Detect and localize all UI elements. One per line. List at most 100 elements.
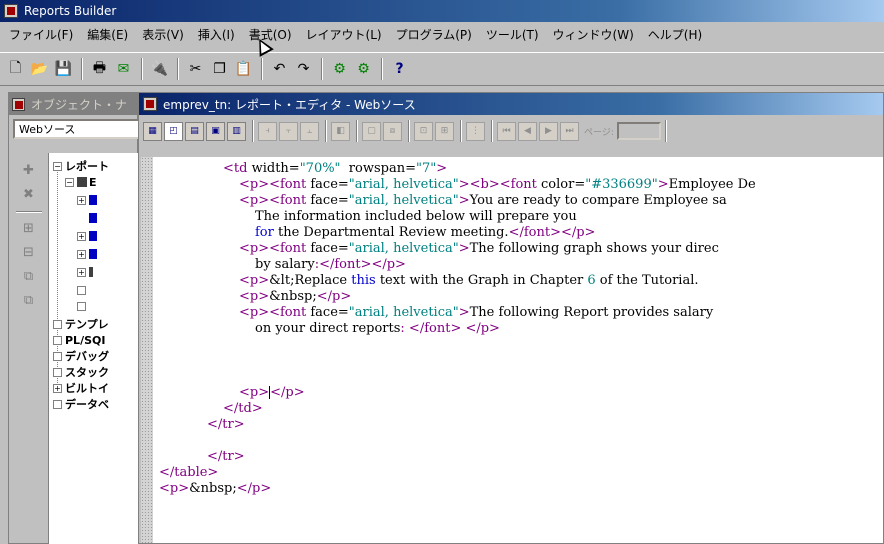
frame-icon[interactable]: ▢: [362, 121, 381, 141]
object-navigator-title-bar[interactable]: オブジェクト・ナ: [9, 93, 137, 115]
menu-view[interactable]: 表示(V): [135, 26, 191, 43]
tree-item-report[interactable]: − レポート: [53, 159, 109, 173]
align-left-icon[interactable]: ⫞: [258, 121, 277, 141]
redo-icon[interactable]: ↷: [292, 58, 315, 81]
code-line[interactable]: </table>: [159, 465, 218, 481]
tree-expand-toggle[interactable]: +: [77, 267, 86, 277]
code-line[interactable]: </tr>: [207, 417, 245, 433]
menu-program[interactable]: プログラム(P): [389, 26, 479, 43]
menu-format[interactable]: 書式(O): [242, 26, 299, 43]
tree-collapse-toggle[interactable]: −: [65, 177, 74, 187]
grid-icon[interactable]: ⋮: [466, 121, 485, 141]
repeating-frame-icon[interactable]: ⧈: [383, 121, 402, 141]
menu-layout[interactable]: レイアウト(L): [299, 26, 389, 43]
data-model-view-icon[interactable]: ▦: [143, 121, 162, 141]
help-icon[interactable]: ?: [388, 58, 411, 81]
align-right-icon[interactable]: ⫠: [300, 121, 319, 141]
expand-all-icon[interactable]: ⧉: [18, 265, 40, 287]
compile-icon[interactable]: ⚙: [328, 58, 351, 81]
menu-help[interactable]: ヘルプ(H): [641, 26, 709, 43]
tree-item-debug[interactable]: デバッグ: [53, 349, 109, 363]
delete-icon[interactable]: ✖: [18, 183, 40, 205]
undo-icon[interactable]: ↶: [268, 58, 291, 81]
align-center-icon[interactable]: ⫟: [279, 121, 298, 141]
tree-subnode[interactable]: +: [77, 229, 99, 243]
mail-icon[interactable]: ✉: [112, 58, 135, 81]
code-line[interactable]: <p></p>: [239, 385, 305, 401]
code-line[interactable]: <p><font face="arial, helvetica"><b><fon…: [239, 177, 756, 193]
web-source-view-icon[interactable]: ◰: [164, 121, 183, 141]
cut-icon[interactable]: ✂: [184, 58, 207, 81]
collapse-icon[interactable]: ⊟: [18, 241, 40, 263]
paste-icon[interactable]: 📋: [232, 58, 255, 81]
tree-subnode[interactable]: +: [77, 247, 99, 261]
code-line[interactable]: <p><font face="arial, helvetica">The fol…: [239, 305, 713, 321]
expand-icon[interactable]: ⊞: [18, 217, 40, 239]
paper-layout-view-icon[interactable]: ▤: [185, 121, 204, 141]
print-icon[interactable]: 🖶: [88, 58, 111, 81]
group-icon[interactable]: ⊡: [414, 121, 433, 141]
tree-item-templates[interactable]: テンプレ: [53, 317, 109, 331]
collapse-all-icon[interactable]: ⧉: [18, 289, 40, 311]
tree-leaf-box[interactable]: [53, 351, 62, 361]
param-form-view-icon[interactable]: ▥: [227, 121, 246, 141]
tree-item-builtins[interactable]: + ビルトイ: [53, 381, 109, 395]
code-line[interactable]: <p>&lt;Replace this text with the Graph …: [239, 273, 699, 289]
code-line[interactable]: </td>: [223, 401, 263, 417]
tree-leaf-box[interactable]: [53, 367, 62, 377]
tree-leaf-box[interactable]: [53, 319, 62, 329]
tree-subnode[interactable]: [89, 211, 99, 225]
tree-leaf-box[interactable]: [77, 285, 86, 295]
navigator-view-select[interactable]: Webソース: [13, 119, 141, 139]
code-line[interactable]: <p><font face="arial, helvetica">The fol…: [239, 241, 719, 257]
code-line[interactable]: <td width="70%" rowspan="7">: [223, 161, 447, 177]
code-line[interactable]: The information included below will prep…: [255, 209, 577, 225]
new-icon[interactable]: 🗋: [4, 58, 27, 81]
copy-icon[interactable]: ❐: [208, 58, 231, 81]
tree-expand-toggle[interactable]: +: [77, 231, 86, 241]
tree-item-plsql[interactable]: PL/SQI: [53, 333, 105, 347]
last-page-icon[interactable]: ⏭: [560, 121, 579, 141]
create-icon[interactable]: ✚: [18, 159, 40, 181]
code-line[interactable]: <p><font face="arial, helvetica">You are…: [239, 193, 727, 209]
next-page-icon[interactable]: ▶: [539, 121, 558, 141]
code-line[interactable]: <p>&nbsp;</p>: [239, 289, 351, 305]
connect-icon[interactable]: 🔌: [148, 58, 171, 81]
code-area[interactable]: <td width="70%" rowspan="7"> <p><font fac…: [153, 157, 883, 543]
tree-expand-toggle[interactable]: +: [53, 383, 62, 393]
report-editor-title-bar[interactable]: emprev_tn: レポート・エディタ - Webソース: [139, 93, 883, 115]
tree-expand-toggle[interactable]: +: [77, 249, 86, 259]
tree-leaf-box[interactable]: [53, 399, 62, 409]
tree-leaf-box[interactable]: [77, 301, 86, 311]
code-line[interactable]: by salary:</font></p>: [255, 257, 406, 273]
paper-design-view-icon[interactable]: ▣: [206, 121, 225, 141]
tree-subnode[interactable]: [77, 299, 89, 313]
menu-tools[interactable]: ツール(T): [479, 26, 546, 43]
tree-item-report-child[interactable]: − E: [65, 175, 97, 189]
tree-subnode[interactable]: +: [77, 193, 99, 207]
page-number-input[interactable]: [616, 122, 661, 140]
code-line[interactable]: </tr>: [207, 449, 245, 465]
matrix-icon[interactable]: ⊞: [435, 121, 454, 141]
tree-subnode[interactable]: +: [77, 265, 95, 279]
tree-item-stack[interactable]: スタック: [53, 365, 109, 379]
menu-file[interactable]: ファイル(F): [2, 26, 80, 43]
open-icon[interactable]: 📂: [28, 58, 51, 81]
tree-leaf-box[interactable]: [53, 335, 62, 345]
code-line[interactable]: on your direct reports: </font> </p>: [255, 321, 500, 337]
menu-window[interactable]: ウィンドウ(W): [546, 26, 641, 43]
tree-expand-toggle[interactable]: +: [77, 195, 86, 205]
menu-edit[interactable]: 編集(E): [80, 26, 135, 43]
insert-field-icon[interactable]: ◧: [331, 121, 350, 141]
code-line[interactable]: <p>&nbsp;</p>: [159, 481, 271, 497]
run-icon[interactable]: ⚙: [352, 58, 375, 81]
web-source-editor[interactable]: <td width="70%" rowspan="7"> <p><font fac…: [141, 157, 883, 543]
code-line[interactable]: for the Departmental Review meeting.</fo…: [255, 225, 595, 241]
tree-collapse-toggle[interactable]: −: [53, 161, 62, 171]
save-icon[interactable]: 💾: [52, 58, 75, 81]
first-page-icon[interactable]: ⏮: [497, 121, 516, 141]
menu-insert[interactable]: 挿入(I): [191, 26, 242, 43]
previous-page-icon[interactable]: ◀: [518, 121, 537, 141]
tree-subnode[interactable]: [77, 283, 89, 297]
tree-item-database[interactable]: データベ: [53, 397, 109, 411]
